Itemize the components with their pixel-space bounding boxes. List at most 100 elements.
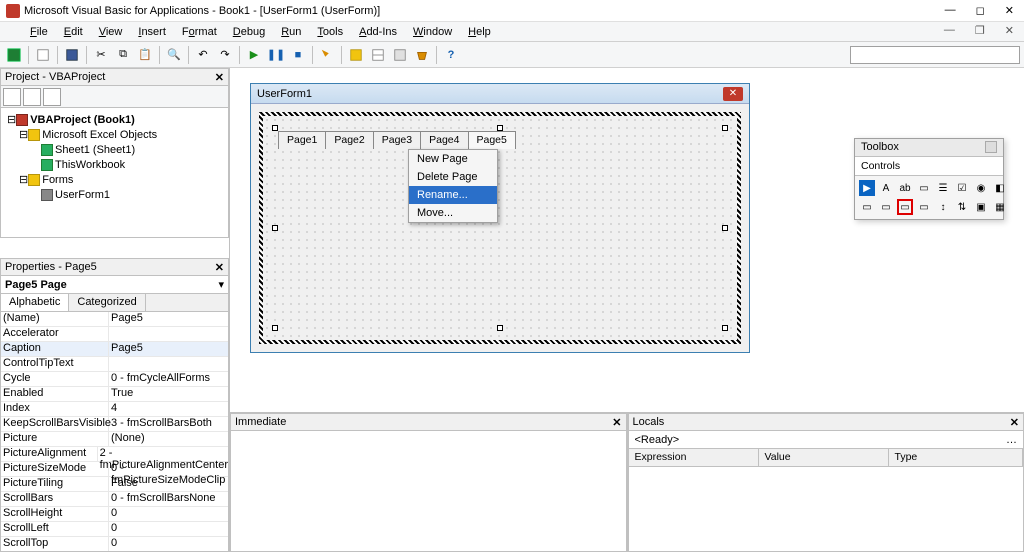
locals-col-value[interactable]: Value: [759, 449, 889, 466]
scrollbar-icon[interactable]: ↕: [935, 199, 951, 215]
property-row[interactable]: ScrollHeight0: [1, 507, 228, 522]
menu-help[interactable]: Help: [462, 24, 497, 40]
project-pane-close-icon[interactable]: ✕: [215, 71, 224, 84]
design-surface[interactable]: UserForm1 ✕: [230, 68, 1024, 412]
listbox-icon[interactable]: ☰: [935, 180, 951, 196]
mdi-close[interactable]: ✕: [999, 22, 1020, 39]
run-icon[interactable]: ▶: [244, 45, 264, 65]
property-value[interactable]: 2 - fmPictureAlignmentCenter: [98, 447, 228, 461]
multipage-tab[interactable]: Page2: [325, 131, 373, 149]
property-value[interactable]: True: [109, 387, 228, 401]
view-object-icon[interactable]: [23, 88, 41, 106]
property-row[interactable]: ScrollBars0 - fmScrollBarsNone: [1, 492, 228, 507]
property-value[interactable]: 0 - fmScrollBarsNone: [109, 492, 228, 506]
toolbar-combo[interactable]: [850, 46, 1020, 64]
menu-addins[interactable]: Add-Ins: [353, 24, 403, 40]
multipage-tabs[interactable]: Page1 Page2 Page3 Page4 Page5: [278, 131, 515, 149]
help-icon[interactable]: ?: [441, 45, 461, 65]
property-row[interactable]: KeepScrollBarsVisible3 - fmScrollBarsBot…: [1, 417, 228, 432]
property-value[interactable]: 0 - fmPictureSizeModeClip: [109, 462, 228, 476]
property-value[interactable]: 4: [109, 402, 228, 416]
image-icon[interactable]: ▣: [973, 199, 989, 215]
property-row[interactable]: Accelerator: [1, 327, 228, 342]
tabstrip-icon[interactable]: ▭: [897, 199, 913, 215]
property-value[interactable]: 0 - fmCycleAllForms: [109, 372, 228, 386]
ctx-new-page[interactable]: New Page: [409, 150, 497, 168]
close-button[interactable]: ✕: [1001, 4, 1018, 17]
menu-format[interactable]: Format: [176, 24, 223, 40]
menu-file[interactable]: File: [24, 24, 54, 40]
property-value[interactable]: (None): [109, 432, 228, 446]
mdi-restore[interactable]: ❐: [969, 22, 991, 39]
toolbox-titlebar[interactable]: Toolbox: [855, 139, 1003, 157]
refedit-icon[interactable]: ▦: [992, 199, 1008, 215]
property-value[interactable]: 3 - fmScrollBarsBoth: [109, 417, 228, 431]
paste-icon[interactable]: 📋: [135, 45, 155, 65]
tree-forms[interactable]: Forms: [42, 174, 73, 186]
property-value[interactable]: [109, 327, 228, 341]
menu-view[interactable]: View: [93, 24, 129, 40]
find-icon[interactable]: 🔍: [164, 45, 184, 65]
toolbox-tab-controls[interactable]: Controls: [855, 157, 1003, 176]
properties-object-selector[interactable]: Page5 Page ▾: [0, 276, 229, 294]
save-icon[interactable]: [62, 45, 82, 65]
property-row[interactable]: Index4: [1, 402, 228, 417]
select-objects-icon[interactable]: ▶: [859, 180, 875, 196]
multipage-icon[interactable]: ▭: [916, 199, 932, 215]
multipage-control[interactable]: [275, 128, 725, 328]
property-row[interactable]: Picture(None): [1, 432, 228, 447]
property-row[interactable]: (Name)Page5: [1, 312, 228, 327]
checkbox-icon[interactable]: ☑: [954, 180, 970, 196]
property-row[interactable]: ControlTipText: [1, 357, 228, 372]
frame-icon[interactable]: ▭: [859, 199, 875, 215]
property-row[interactable]: CaptionPage5: [1, 342, 228, 357]
tree-userform1[interactable]: UserForm1: [55, 189, 110, 201]
toolbox-close-icon[interactable]: [985, 141, 997, 153]
locals-col-expression[interactable]: Expression: [629, 449, 759, 466]
userform-window[interactable]: UserForm1 ✕: [250, 83, 750, 353]
toggle-folders-icon[interactable]: [43, 88, 61, 106]
immediate-body[interactable]: [230, 431, 627, 552]
multipage-tab[interactable]: Page1: [278, 131, 326, 149]
menu-insert[interactable]: Insert: [132, 24, 172, 40]
menu-edit[interactable]: Edit: [58, 24, 89, 40]
property-row[interactable]: PictureTilingFalse: [1, 477, 228, 492]
togglebutton-icon[interactable]: ◧: [992, 180, 1008, 196]
chevron-down-icon[interactable]: ▾: [218, 278, 224, 291]
multipage-tab-active[interactable]: Page5: [468, 131, 516, 149]
break-icon[interactable]: ❚❚: [266, 45, 286, 65]
menu-debug[interactable]: Debug: [227, 24, 271, 40]
tab-categorized[interactable]: Categorized: [69, 294, 145, 311]
tree-sheet1[interactable]: Sheet1 (Sheet1): [55, 144, 135, 156]
property-value[interactable]: 0: [109, 537, 228, 551]
menu-run[interactable]: Run: [275, 24, 307, 40]
property-value[interactable]: Page5: [109, 312, 228, 326]
view-excel-icon[interactable]: [4, 45, 24, 65]
properties-window-icon[interactable]: [368, 45, 388, 65]
commandbutton-icon[interactable]: ▭: [878, 199, 894, 215]
copy-icon[interactable]: ⧉: [113, 45, 133, 65]
property-row[interactable]: Cycle0 - fmCycleAllForms: [1, 372, 228, 387]
property-value[interactable]: False: [109, 477, 228, 491]
property-value[interactable]: 0: [109, 507, 228, 521]
property-row[interactable]: EnabledTrue: [1, 387, 228, 402]
tree-project[interactable]: VBAProject (Book1): [30, 114, 135, 126]
tab-alphabetic[interactable]: Alphabetic: [1, 294, 69, 311]
ctx-move[interactable]: Move...: [409, 204, 497, 222]
property-row[interactable]: ScrollTop0: [1, 537, 228, 552]
minimize-button[interactable]: —: [941, 4, 960, 17]
multipage-tab[interactable]: Page3: [373, 131, 421, 149]
mdi-minimize[interactable]: —: [938, 22, 961, 39]
userform-close-icon[interactable]: ✕: [723, 87, 743, 101]
tree-excel-objects[interactable]: Microsoft Excel Objects: [42, 129, 157, 141]
menu-tools[interactable]: Tools: [311, 24, 349, 40]
locals-col-type[interactable]: Type: [889, 449, 1024, 466]
project-tree[interactable]: ⊟ VBAProject (Book1) ⊟ Microsoft Excel O…: [0, 108, 229, 238]
menu-window[interactable]: Window: [407, 24, 458, 40]
multipage-tab[interactable]: Page4: [420, 131, 468, 149]
insert-object-icon[interactable]: [33, 45, 53, 65]
design-mode-icon[interactable]: [317, 45, 337, 65]
property-value[interactable]: Page5: [109, 342, 228, 356]
optionbutton-icon[interactable]: ◉: [973, 180, 989, 196]
project-explorer-icon[interactable]: [346, 45, 366, 65]
